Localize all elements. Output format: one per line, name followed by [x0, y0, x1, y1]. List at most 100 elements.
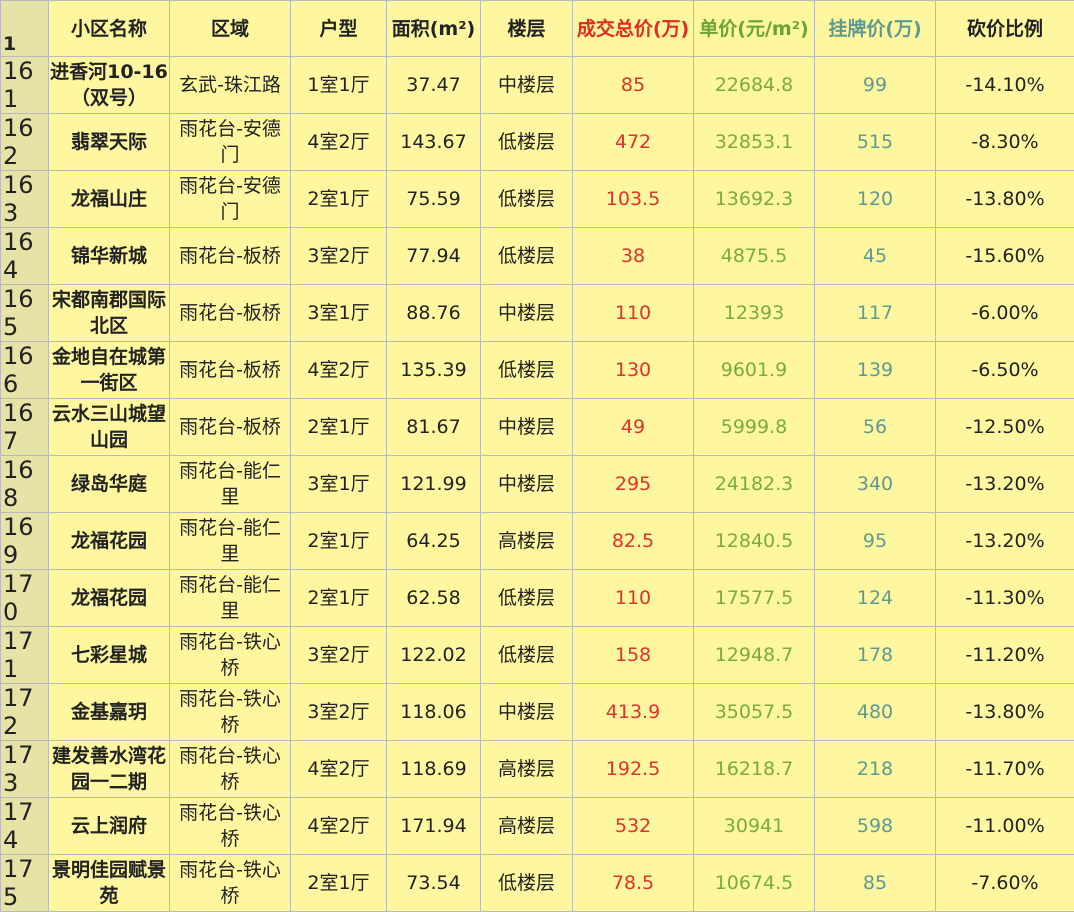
- cell-layout[interactable]: 4室2厅: [291, 114, 387, 171]
- cell-name[interactable]: 宋都南郡国际北区: [49, 285, 170, 342]
- cell-size[interactable]: 118.06: [387, 684, 481, 741]
- cell-area[interactable]: 雨花台-安德门: [170, 114, 291, 171]
- cell-unit-price[interactable]: 13692.3: [694, 171, 815, 228]
- col-header-name[interactable]: 小区名称: [49, 1, 170, 57]
- cell-total-price[interactable]: 295: [573, 456, 694, 513]
- cell-floor[interactable]: 低楼层: [481, 171, 573, 228]
- cell-area[interactable]: 雨花台-铁心桥: [170, 855, 291, 912]
- cell-floor[interactable]: 中楼层: [481, 57, 573, 114]
- cell-size[interactable]: 62.58: [387, 570, 481, 627]
- cell-total-price[interactable]: 110: [573, 570, 694, 627]
- cell-cut-ratio[interactable]: -15.60%: [936, 228, 1074, 285]
- cell-unit-price[interactable]: 35057.5: [694, 684, 815, 741]
- cell-size[interactable]: 37.47: [387, 57, 481, 114]
- col-header-list-price[interactable]: 挂牌价(万): [815, 1, 936, 57]
- cell-size[interactable]: 77.94: [387, 228, 481, 285]
- cell-total-price[interactable]: 49: [573, 399, 694, 456]
- cell-floor[interactable]: 低楼层: [481, 570, 573, 627]
- cell-layout[interactable]: 2室1厅: [291, 570, 387, 627]
- cell-total-price[interactable]: 110: [573, 285, 694, 342]
- cell-name[interactable]: 金地自在城第一街区: [49, 342, 170, 399]
- cell-area[interactable]: 雨花台-能仁里: [170, 570, 291, 627]
- cell-name[interactable]: 锦华新城: [49, 228, 170, 285]
- row-number[interactable]: 162: [1, 114, 49, 171]
- cell-name[interactable]: 建发善水湾花园一二期: [49, 741, 170, 798]
- cell-list-price[interactable]: 45: [815, 228, 936, 285]
- cell-floor[interactable]: 低楼层: [481, 228, 573, 285]
- cell-layout[interactable]: 2室1厅: [291, 513, 387, 570]
- cell-name[interactable]: 龙福花园: [49, 513, 170, 570]
- cell-unit-price[interactable]: 30941: [694, 798, 815, 855]
- row-number[interactable]: 163: [1, 171, 49, 228]
- cell-total-price[interactable]: 158: [573, 627, 694, 684]
- row-number-header[interactable]: 1: [1, 1, 49, 57]
- cell-layout[interactable]: 4室2厅: [291, 342, 387, 399]
- cell-area[interactable]: 雨花台-能仁里: [170, 456, 291, 513]
- cell-unit-price[interactable]: 12840.5: [694, 513, 815, 570]
- cell-cut-ratio[interactable]: -13.80%: [936, 171, 1074, 228]
- row-number[interactable]: 161: [1, 57, 49, 114]
- cell-list-price[interactable]: 99: [815, 57, 936, 114]
- cell-name[interactable]: 七彩星城: [49, 627, 170, 684]
- cell-name[interactable]: 翡翠天际: [49, 114, 170, 171]
- cell-layout[interactable]: 3室2厅: [291, 228, 387, 285]
- cell-list-price[interactable]: 480: [815, 684, 936, 741]
- cell-floor[interactable]: 中楼层: [481, 684, 573, 741]
- cell-total-price[interactable]: 192.5: [573, 741, 694, 798]
- cell-total-price[interactable]: 532: [573, 798, 694, 855]
- cell-floor[interactable]: 高楼层: [481, 513, 573, 570]
- cell-size[interactable]: 64.25: [387, 513, 481, 570]
- cell-area[interactable]: 雨花台-铁心桥: [170, 741, 291, 798]
- cell-layout[interactable]: 3室1厅: [291, 285, 387, 342]
- cell-size[interactable]: 122.02: [387, 627, 481, 684]
- cell-list-price[interactable]: 139: [815, 342, 936, 399]
- cell-total-price[interactable]: 78.5: [573, 855, 694, 912]
- cell-list-price[interactable]: 56: [815, 399, 936, 456]
- cell-cut-ratio[interactable]: -13.20%: [936, 513, 1074, 570]
- col-header-unit-price[interactable]: 单价(元/m²): [694, 1, 815, 57]
- cell-list-price[interactable]: 340: [815, 456, 936, 513]
- cell-name[interactable]: 绿岛华庭: [49, 456, 170, 513]
- cell-total-price[interactable]: 130: [573, 342, 694, 399]
- cell-cut-ratio[interactable]: -6.50%: [936, 342, 1074, 399]
- cell-layout[interactable]: 2室1厅: [291, 399, 387, 456]
- cell-unit-price[interactable]: 5999.8: [694, 399, 815, 456]
- cell-name[interactable]: 进香河10-16（双号）: [49, 57, 170, 114]
- cell-floor[interactable]: 中楼层: [481, 399, 573, 456]
- cell-size[interactable]: 88.76: [387, 285, 481, 342]
- cell-layout[interactable]: 4室2厅: [291, 741, 387, 798]
- row-number[interactable]: 164: [1, 228, 49, 285]
- cell-floor[interactable]: 高楼层: [481, 798, 573, 855]
- col-header-floor[interactable]: 楼层: [481, 1, 573, 57]
- cell-unit-price[interactable]: 17577.5: [694, 570, 815, 627]
- cell-unit-price[interactable]: 12393: [694, 285, 815, 342]
- cell-cut-ratio[interactable]: -8.30%: [936, 114, 1074, 171]
- cell-list-price[interactable]: 178: [815, 627, 936, 684]
- cell-total-price[interactable]: 85: [573, 57, 694, 114]
- cell-size[interactable]: 121.99: [387, 456, 481, 513]
- cell-layout[interactable]: 2室1厅: [291, 171, 387, 228]
- cell-name[interactable]: 龙福山庄: [49, 171, 170, 228]
- cell-list-price[interactable]: 120: [815, 171, 936, 228]
- cell-area[interactable]: 雨花台-板桥: [170, 228, 291, 285]
- row-number[interactable]: 167: [1, 399, 49, 456]
- cell-cut-ratio[interactable]: -11.70%: [936, 741, 1074, 798]
- cell-list-price[interactable]: 85: [815, 855, 936, 912]
- cell-list-price[interactable]: 124: [815, 570, 936, 627]
- cell-area[interactable]: 雨花台-铁心桥: [170, 627, 291, 684]
- col-header-total-price[interactable]: 成交总价(万): [573, 1, 694, 57]
- cell-list-price[interactable]: 218: [815, 741, 936, 798]
- cell-list-price[interactable]: 117: [815, 285, 936, 342]
- cell-floor[interactable]: 低楼层: [481, 114, 573, 171]
- row-number[interactable]: 175: [1, 855, 49, 912]
- cell-total-price[interactable]: 82.5: [573, 513, 694, 570]
- cell-name[interactable]: 云水三山城望山园: [49, 399, 170, 456]
- cell-list-price[interactable]: 515: [815, 114, 936, 171]
- cell-total-price[interactable]: 472: [573, 114, 694, 171]
- cell-cut-ratio[interactable]: -14.10%: [936, 57, 1074, 114]
- cell-cut-ratio[interactable]: -7.60%: [936, 855, 1074, 912]
- cell-cut-ratio[interactable]: -13.20%: [936, 456, 1074, 513]
- cell-size[interactable]: 135.39: [387, 342, 481, 399]
- cell-area[interactable]: 雨花台-板桥: [170, 342, 291, 399]
- row-number[interactable]: 168: [1, 456, 49, 513]
